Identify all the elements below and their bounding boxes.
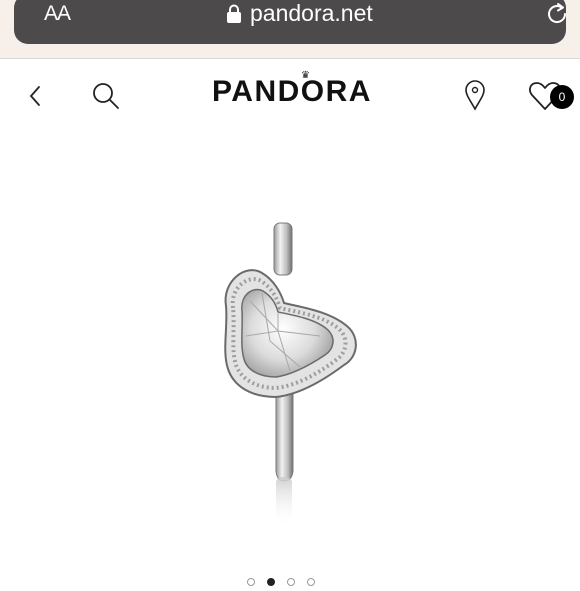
wishlist-count-badge: 0 (550, 85, 574, 109)
carousel-dot[interactable] (307, 578, 315, 586)
lock-icon (227, 4, 241, 23)
product-image-area[interactable] (0, 131, 580, 586)
pandora-logo[interactable]: ♛ PANDORA (212, 71, 370, 109)
logo-text: PANDORA (212, 75, 372, 108)
reload-icon[interactable] (544, 1, 570, 27)
chevron-left-icon[interactable] (26, 84, 44, 108)
browser-domain[interactable]: pandora.net (250, 0, 373, 27)
carousel-dot[interactable] (247, 578, 255, 586)
browser-address-bar[interactable]: AA pandora.net (14, 0, 567, 44)
location-pin-icon[interactable] (463, 79, 487, 111)
carousel-indicators (247, 573, 327, 586)
heart-halo-ring-image (224, 222, 357, 527)
carousel-dot[interactable] (287, 578, 295, 586)
site-header: ♛ PANDORA 0 (0, 58, 580, 132)
carousel-dot-active[interactable] (267, 578, 275, 586)
text-size-button[interactable]: AA (44, 2, 71, 26)
search-icon[interactable] (91, 81, 121, 111)
crown-icon: ♛ (301, 70, 312, 81)
